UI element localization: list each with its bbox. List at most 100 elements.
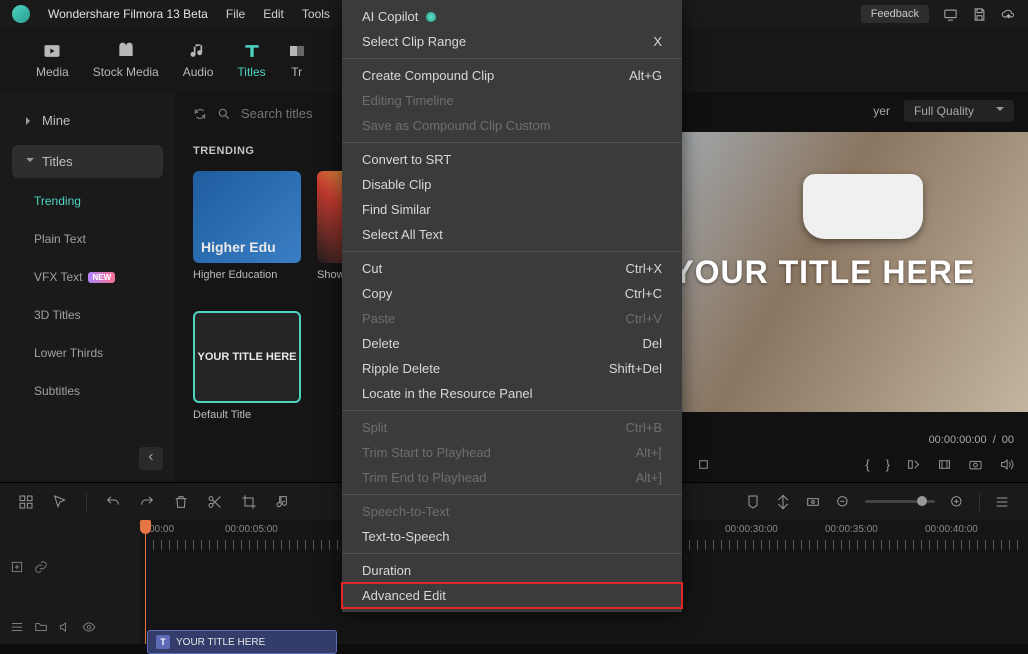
track-menu-icon[interactable] bbox=[10, 620, 24, 634]
sidebar-sub-vfx-text[interactable]: VFX TextNEW bbox=[12, 262, 163, 292]
cloud-icon[interactable] bbox=[1001, 7, 1016, 22]
sidebar-item-mine[interactable]: Mine bbox=[12, 104, 163, 137]
delete-icon[interactable] bbox=[173, 494, 189, 510]
context-menu-shortcut: Ctrl+C bbox=[625, 286, 662, 301]
track-audio-icon[interactable] bbox=[58, 620, 72, 634]
menu-tools[interactable]: Tools bbox=[302, 7, 330, 21]
titles-sidebar: Mine Titles Trending Plain Text VFX Text… bbox=[0, 92, 175, 482]
tab-stock-media[interactable]: Stock Media bbox=[93, 41, 159, 79]
sidebar-label: Mine bbox=[42, 113, 70, 128]
copilot-icon bbox=[426, 12, 436, 22]
context-menu-separator bbox=[342, 553, 682, 554]
tab-audio[interactable]: Audio bbox=[183, 41, 214, 79]
sidebar-collapse-button[interactable] bbox=[139, 447, 163, 470]
crop-icon[interactable] bbox=[937, 457, 952, 472]
volume-icon[interactable] bbox=[999, 457, 1014, 472]
undo-icon[interactable] bbox=[105, 494, 121, 510]
context-menu-item[interactable]: Advanced Edit bbox=[342, 583, 682, 608]
player-tab[interactable]: yer bbox=[873, 104, 890, 118]
zoom-in-icon[interactable] bbox=[949, 494, 965, 510]
tab-media[interactable]: Media bbox=[36, 41, 69, 79]
context-menu-label: Cut bbox=[362, 261, 382, 276]
context-menu-shortcut: Ctrl+B bbox=[626, 420, 662, 435]
vr-headset-graphic bbox=[803, 174, 923, 239]
link-icon[interactable] bbox=[34, 560, 48, 574]
apps-icon[interactable] bbox=[18, 494, 34, 510]
refresh-icon[interactable] bbox=[193, 107, 207, 121]
context-menu-item[interactable]: CopyCtrl+C bbox=[342, 281, 682, 306]
tab-titles[interactable]: Titles bbox=[237, 41, 265, 79]
separator-icon bbox=[979, 493, 980, 511]
zoom-slider[interactable] bbox=[865, 500, 935, 503]
title-thumb-default-title[interactable]: YOUR TITLE HERE Default Title bbox=[193, 311, 301, 421]
crop-tool-icon[interactable] bbox=[241, 494, 257, 510]
sidebar-sub-trending[interactable]: Trending bbox=[12, 186, 163, 216]
track-visibility-icon[interactable] bbox=[82, 620, 96, 634]
context-menu-item[interactable]: Ripple DeleteShift+Del bbox=[342, 356, 682, 381]
sidebar-sub-3d-titles[interactable]: 3D Titles bbox=[12, 300, 163, 330]
context-menu-label: Trim Start to Playhead bbox=[362, 445, 491, 460]
fit-icon[interactable] bbox=[805, 494, 821, 510]
context-menu-label: Find Similar bbox=[362, 202, 431, 217]
sidebar-sub-lower-thirds[interactable]: Lower Thirds bbox=[12, 338, 163, 368]
context-menu-item[interactable]: Text-to-Speech bbox=[342, 524, 682, 549]
scissors-icon[interactable] bbox=[207, 494, 223, 510]
context-menu-item[interactable]: Find Similar bbox=[342, 197, 682, 222]
marker-icon[interactable] bbox=[745, 494, 761, 510]
context-menu-item: Save as Compound Clip Custom bbox=[342, 113, 682, 138]
context-menu-label: Duration bbox=[362, 563, 411, 578]
brace-open-icon[interactable]: { bbox=[865, 457, 869, 472]
music-note-icon[interactable] bbox=[275, 494, 291, 510]
chevron-down-icon bbox=[996, 107, 1004, 115]
tab-label: Tr bbox=[291, 65, 302, 79]
context-menu-item[interactable]: Duration bbox=[342, 558, 682, 583]
track-folder-icon[interactable] bbox=[34, 620, 48, 634]
add-track-icon[interactable] bbox=[10, 560, 24, 574]
list-view-icon[interactable] bbox=[994, 494, 1010, 510]
context-menu-separator bbox=[342, 251, 682, 252]
context-menu-item[interactable]: Create Compound ClipAlt+G bbox=[342, 63, 682, 88]
quality-select[interactable]: Full Quality bbox=[904, 100, 1014, 122]
context-menu-item[interactable]: Select All Text bbox=[342, 222, 682, 247]
context-menu-item: Trim End to PlayheadAlt+] bbox=[342, 465, 682, 490]
context-menu-label: Create Compound Clip bbox=[362, 68, 494, 83]
context-menu-item[interactable]: DeleteDel bbox=[342, 331, 682, 356]
playhead[interactable] bbox=[145, 520, 146, 644]
context-menu-item[interactable]: Disable Clip bbox=[342, 172, 682, 197]
context-menu-item[interactable]: Locate in the Resource Panel bbox=[342, 381, 682, 406]
context-menu-label: Convert to SRT bbox=[362, 152, 451, 167]
redo-icon[interactable] bbox=[139, 494, 155, 510]
context-menu-separator bbox=[342, 142, 682, 143]
context-menu-label: Trim End to Playhead bbox=[362, 470, 487, 485]
title-thumb-higher-education[interactable]: Higher Edu Higher Education bbox=[193, 171, 301, 281]
stop-icon[interactable] bbox=[696, 457, 711, 472]
snapshot-icon[interactable] bbox=[968, 457, 983, 472]
context-menu-item[interactable]: CutCtrl+X bbox=[342, 256, 682, 281]
menu-file[interactable]: File bbox=[226, 7, 245, 21]
auto-ripple-icon[interactable] bbox=[775, 494, 791, 510]
context-menu-label: Paste bbox=[362, 311, 395, 326]
context-menu-item: Editing Timeline bbox=[342, 88, 682, 113]
context-menu-label: Speech-to-Text bbox=[362, 504, 449, 519]
sidebar-item-titles[interactable]: Titles bbox=[12, 145, 163, 178]
context-menu-label: Split bbox=[362, 420, 387, 435]
new-badge: NEW bbox=[88, 272, 115, 283]
tab-transitions[interactable]: Tr bbox=[290, 41, 304, 79]
context-menu-item[interactable]: AI Copilot bbox=[342, 4, 682, 29]
context-menu-item[interactable]: Convert to SRT bbox=[342, 147, 682, 172]
title-clip[interactable]: T YOUR TITLE HERE bbox=[147, 630, 337, 654]
sidebar-label: Titles bbox=[42, 154, 73, 169]
context-menu-item[interactable]: Select Clip RangeX bbox=[342, 29, 682, 54]
zoom-out-icon[interactable] bbox=[835, 494, 851, 510]
feedback-button[interactable]: Feedback bbox=[861, 5, 929, 23]
brace-close-icon[interactable]: } bbox=[886, 457, 890, 472]
save-icon[interactable] bbox=[972, 7, 987, 22]
sidebar-sub-plain-text[interactable]: Plain Text bbox=[12, 224, 163, 254]
context-menu-label: Select Clip Range bbox=[362, 34, 466, 49]
menu-edit[interactable]: Edit bbox=[263, 7, 284, 21]
sidebar-sub-subtitles[interactable]: Subtitles bbox=[12, 376, 163, 406]
pointer-icon[interactable] bbox=[52, 494, 68, 510]
mark-in-icon[interactable] bbox=[906, 457, 921, 472]
context-menu-label: Disable Clip bbox=[362, 177, 431, 192]
display-icon[interactable] bbox=[943, 7, 958, 22]
